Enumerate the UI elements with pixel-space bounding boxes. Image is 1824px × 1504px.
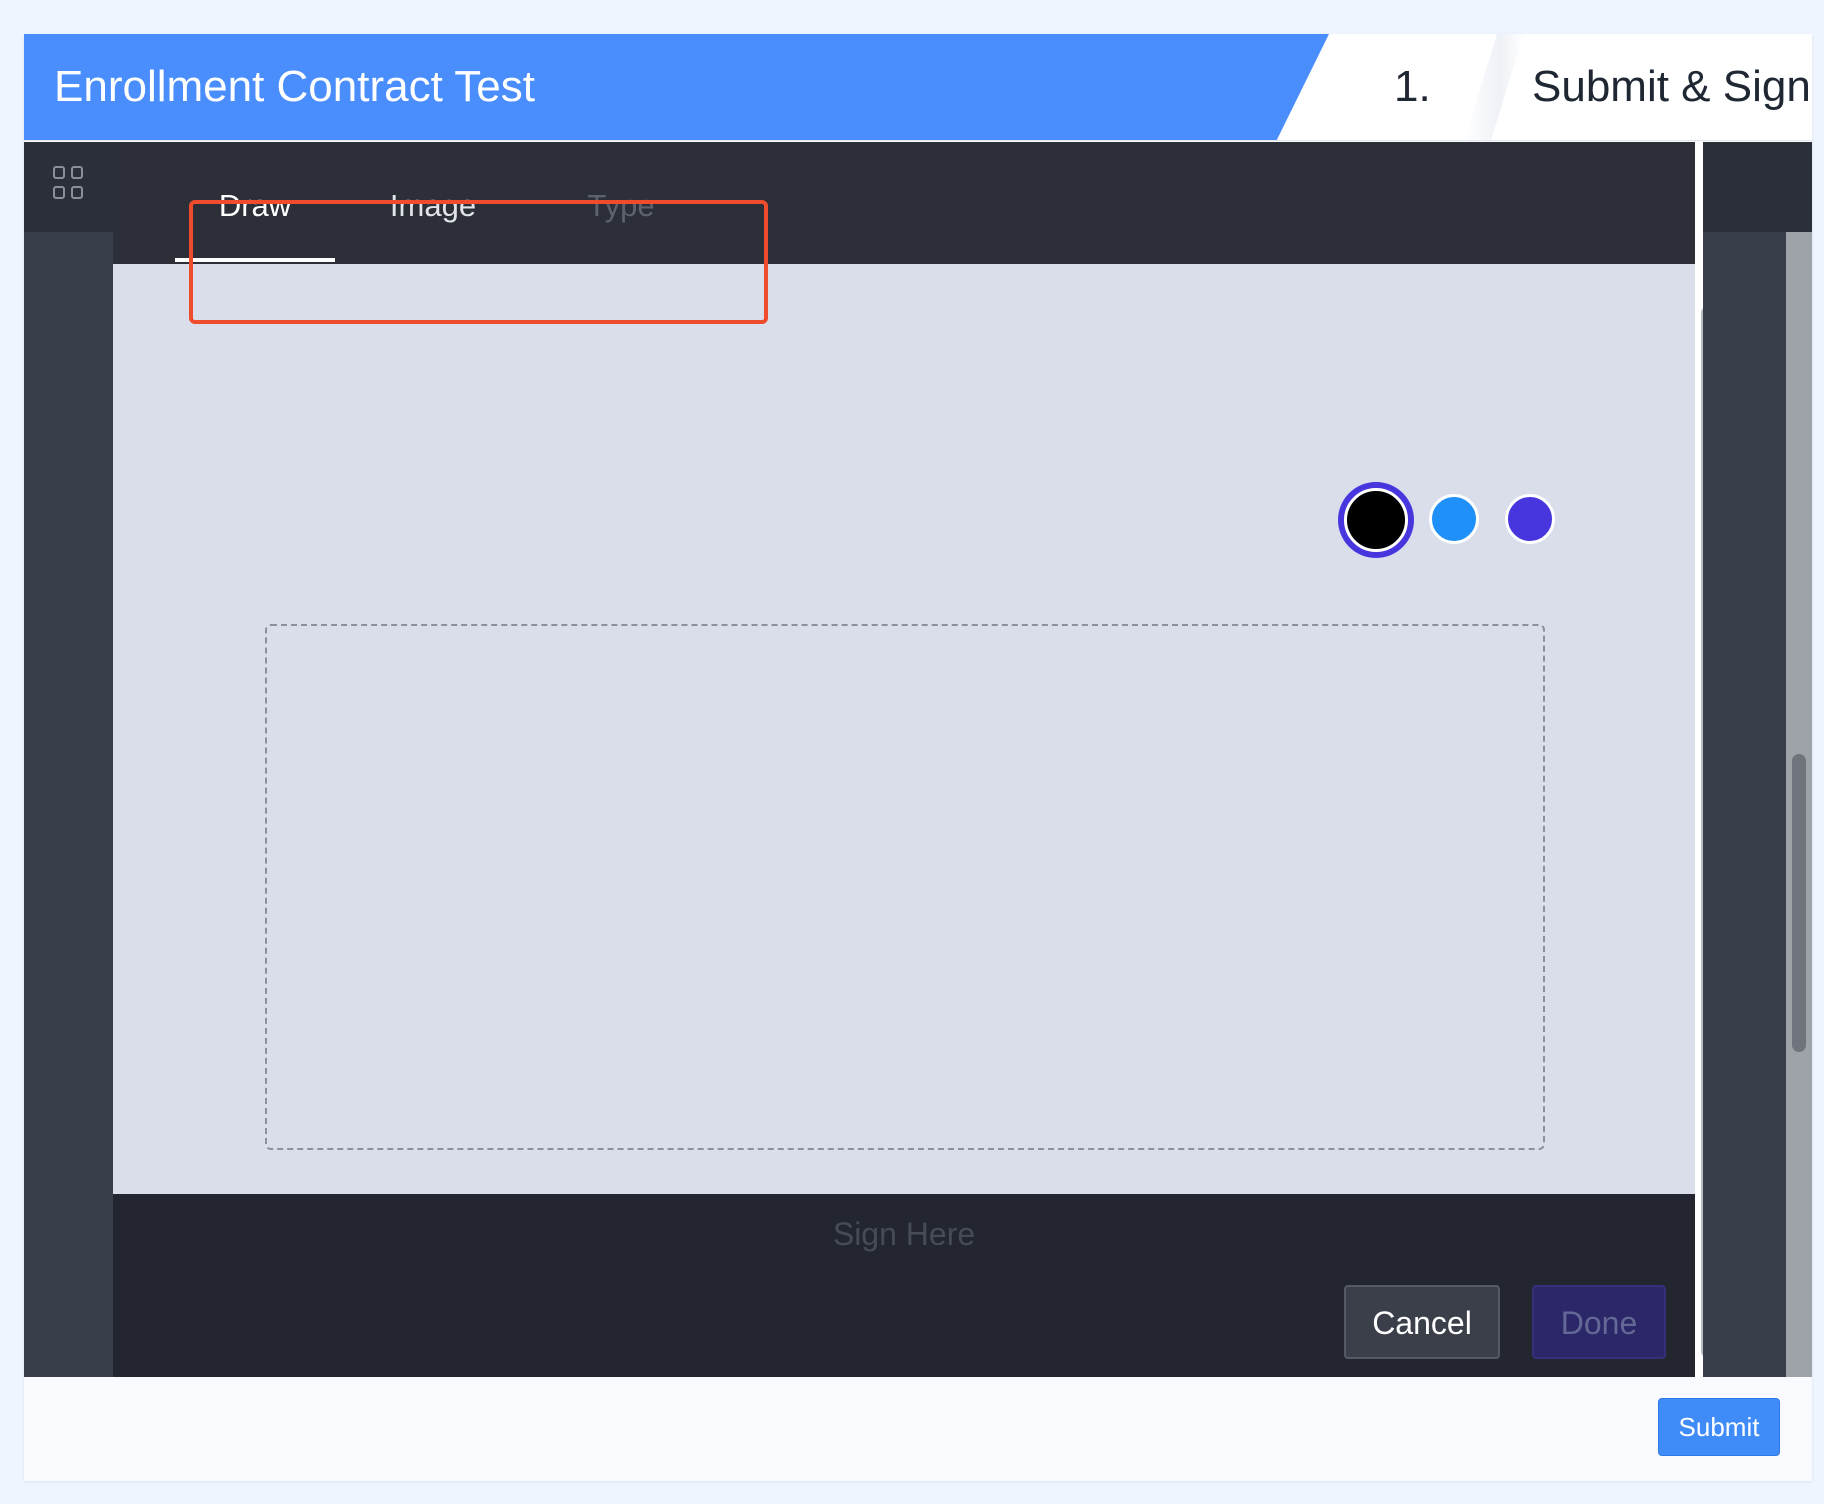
signature-modal: Draw Image Type Sign Here Cancel Done [113, 142, 1703, 1377]
grid-icon[interactable] [52, 164, 84, 202]
page-title: Enrollment Contract Test [54, 62, 535, 111]
sign-here-label: Sign Here [832, 1216, 976, 1252]
footer-bar [24, 1377, 1812, 1481]
step-number: 1. [1394, 62, 1431, 111]
submit-button[interactable]: Submit [1658, 1398, 1780, 1456]
tabs-highlight-annotation [189, 200, 768, 324]
cancel-button[interactable]: Cancel [1344, 1285, 1500, 1359]
viewer-scrollbar-thumb[interactable] [1792, 754, 1806, 1052]
header-bar: Enrollment Contract Test 1. Submit & Sig… [24, 34, 1812, 141]
modal-scrollbar-thumb[interactable] [1701, 306, 1703, 1358]
header-title-banner: Enrollment Contract Test [24, 34, 1329, 140]
step-label: Submit & Sign [1532, 62, 1811, 111]
color-swatch-black[interactable] [1344, 488, 1408, 552]
step-divider [1464, 34, 1524, 140]
signature-draw-area[interactable] [265, 624, 1545, 1150]
signature-panel: Sign Here [113, 264, 1695, 1252]
color-swatch-blue[interactable] [1429, 494, 1479, 544]
color-swatch-purple[interactable] [1505, 494, 1555, 544]
app-frame: Enrollment Contract Test 1. Submit & Sig… [24, 34, 1812, 1481]
done-button[interactable]: Done [1532, 1285, 1666, 1359]
